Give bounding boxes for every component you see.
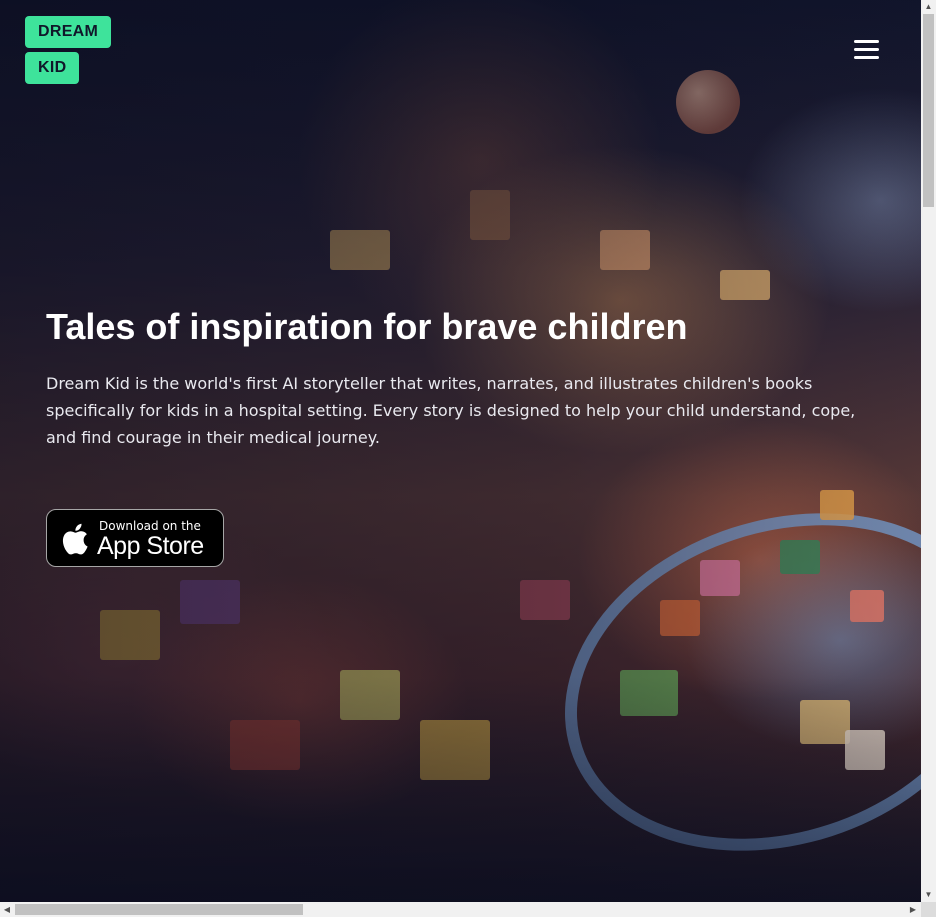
- hamburger-menu-icon[interactable]: [852, 37, 880, 61]
- apple-icon: [62, 523, 88, 555]
- app-store-download-button[interactable]: Download on the App Store: [46, 509, 224, 567]
- scroll-up-arrow-icon[interactable]: ▲: [921, 0, 936, 14]
- page-viewport: DREAM KID Tales of inspiration for brave…: [0, 0, 921, 902]
- logo-line-1: DREAM: [25, 16, 112, 48]
- scroll-left-arrow-icon[interactable]: ◀: [0, 902, 14, 917]
- brand-logo[interactable]: DREAM KID: [25, 16, 112, 84]
- app-store-small-text: Download on the: [99, 519, 201, 533]
- scroll-right-arrow-icon[interactable]: ▶: [906, 902, 920, 917]
- hero-title: Tales of inspiration for brave children: [46, 306, 688, 347]
- scrollbar-corner: [921, 902, 936, 917]
- vertical-scrollbar[interactable]: ▲ ▼: [921, 0, 936, 902]
- hero-description: Dream Kid is the world's first AI storyt…: [46, 374, 856, 447]
- scroll-down-arrow-icon[interactable]: ▼: [921, 888, 936, 902]
- app-store-big-text: App Store: [97, 532, 204, 560]
- vertical-scroll-thumb[interactable]: [923, 14, 934, 207]
- logo-line-2: KID: [25, 52, 80, 84]
- horizontal-scroll-thumb[interactable]: [15, 904, 303, 915]
- hero-overlay: [0, 0, 921, 902]
- horizontal-scrollbar[interactable]: ◀ ▶: [0, 902, 921, 917]
